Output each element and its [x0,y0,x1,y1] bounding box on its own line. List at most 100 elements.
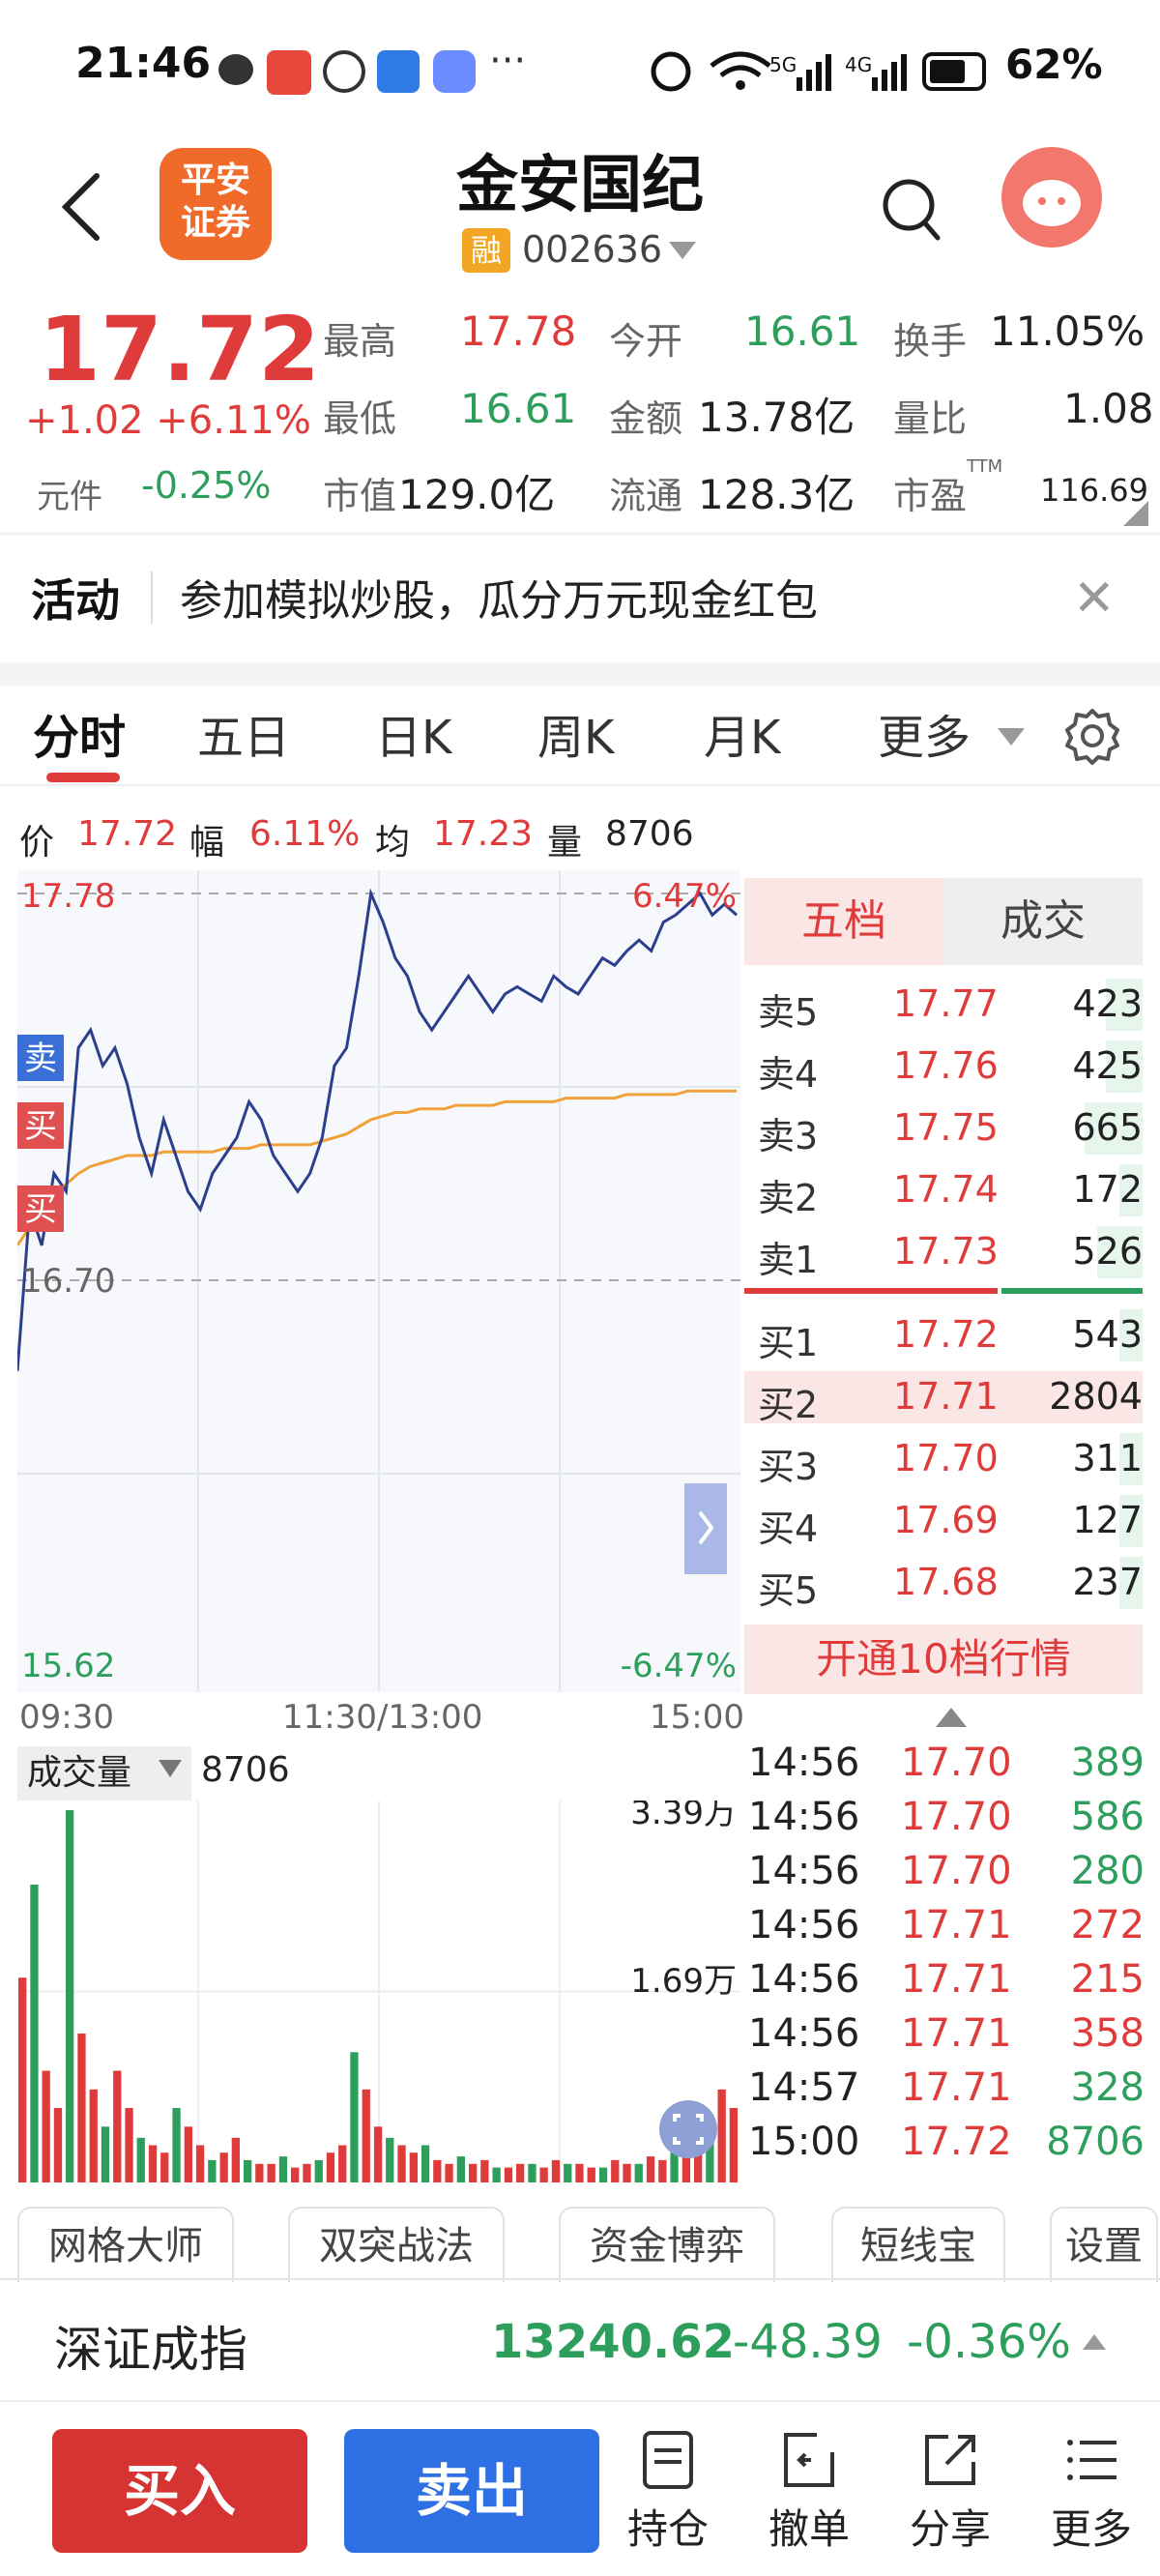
bid-level-row[interactable]: 买3 17.70 311 [744,1427,1143,1491]
tab-daily-k[interactable]: 日K [375,699,451,767]
price-change: +1.02 +6.11% [25,398,311,443]
sell-button[interactable]: 卖出 [344,2429,599,2553]
buy-button[interactable]: 买入 [52,2429,307,2553]
level-price: 17.72 [893,1313,999,1356]
assistant-avatar[interactable] [1001,147,1102,248]
tool-double-breakout[interactable]: 双突战法 [288,2207,505,2282]
trade-volume: 328 [1070,2065,1145,2110]
ask-level-row[interactable]: 卖1 17.73 526 [744,1220,1143,1284]
trade-volume: 272 [1070,1903,1145,1947]
index-name: 深证成指 [54,2322,247,2378]
chart-tabs: 分时 五日 日K 周K 月K 更多 [0,686,1160,786]
bid-level-row[interactable]: 买1 17.72 543 [744,1303,1143,1367]
volume-bar [445,2163,453,2182]
ask-level-row[interactable]: 卖4 17.76 425 [744,1035,1143,1098]
corner-expand-icon[interactable] [1123,501,1148,526]
trade-row: 14:56 17.70 389 [748,1741,1145,1795]
back-icon[interactable] [56,172,108,242]
volume-dropdown-icon[interactable] [159,1760,182,1777]
volume-bar [350,2052,359,2182]
ask-level-row[interactable]: 卖3 17.75 665 [744,1097,1143,1160]
bid-level-row[interactable]: 买2 17.71 2804 [744,1365,1143,1429]
index-value: 13240.62 [491,2315,736,2369]
volume-bar [278,2156,288,2182]
search-icon[interactable] [880,174,942,242]
turnover-value: 11.05% [990,307,1146,355]
trade-time: 14:56 [748,1957,860,2002]
gear-icon[interactable] [1063,707,1121,765]
trade-row: 14:56 17.71 272 [748,1903,1145,1957]
tab-trades[interactable]: 成交 [943,878,1143,965]
open-10-level-button[interactable]: 开通10档行情 [744,1625,1143,1694]
margin-tag: 融 [462,228,510,273]
share-button[interactable]: 分享 [897,2429,1003,2564]
amount-label: 金额 [609,397,683,440]
volume-bar [326,2152,335,2182]
level-label: 卖3 [758,1115,819,1157]
buy-marker[interactable]: 买 [17,1102,64,1149]
legend-vol-label: 量 [547,823,583,863]
volume-bar [373,2126,383,2182]
activity-banner[interactable]: 活动 参加模拟炒股，瓜分万元现金红包 ✕ [0,537,1160,662]
trade-time: 14:56 [748,1741,860,1785]
volume-tick-mid: 1.69万 [630,1962,737,2001]
holdings-button[interactable]: 持仓 [615,2429,721,2564]
assistant-icon [1023,180,1081,226]
intraday-chart[interactable]: 17.78 16.70 15.62 6.47% -6.47% 卖 买 买 [17,870,740,1692]
volume-bar [160,2152,169,2182]
volume-bar [492,2167,501,2182]
sell-marker[interactable]: 卖 [17,1035,64,1081]
volume-bar [658,2159,667,2182]
expand-up-icon[interactable] [1083,2334,1106,2350]
volume-bar [66,1810,74,2182]
high-value: 17.78 [460,307,577,355]
open-value: 16.61 [744,307,861,355]
tool-settings[interactable]: 设置 [1050,2207,1158,2282]
index-bar[interactable]: 深证成指 13240.62 -48.39 -0.36% [0,2282,1160,2398]
amount-value: 13.78亿 [698,394,856,441]
volume-bar [551,2159,561,2182]
sector-label[interactable]: 元件 [37,470,102,517]
level-label: 卖2 [758,1177,819,1219]
volume-bar [136,2137,145,2182]
bid-level-row[interactable]: 买4 17.69 127 [744,1489,1143,1553]
scroll-up-icon[interactable] [936,1708,967,1727]
stock-code[interactable]: 002636 [522,228,662,271]
volume-bar [184,2126,192,2182]
active-tab-indicator [46,773,120,782]
code-dropdown-icon[interactable] [669,242,696,259]
bid-level-row[interactable]: 买5 17.68 237 [744,1551,1143,1615]
menu-icon [1067,2440,1116,2480]
level-price: 17.74 [893,1168,999,1211]
tab-weekly-k[interactable]: 周K [537,699,614,767]
volume-bar [646,2156,655,2182]
tool-capital-game[interactable]: 资金博弈 [559,2207,775,2282]
expand-chart-button[interactable] [684,1483,727,1574]
tab-five-day[interactable]: 五日 [197,699,290,767]
tool-short-term[interactable]: 短线宝 [831,2207,1005,2282]
volume-chart[interactable]: 3.39万 1.69万 [17,1800,740,2182]
volume-bar [469,2163,478,2182]
volume-bar [195,2145,205,2182]
volume-bar [18,1977,27,2182]
tab-monthly-k[interactable]: 月K [704,699,780,767]
ask-level-row[interactable]: 卖2 17.74 172 [744,1158,1143,1222]
ask-level-row[interactable]: 卖5 17.77 423 [744,973,1143,1037]
svg-text:买: 买 [24,1107,57,1146]
more-dropdown-icon[interactable] [998,728,1025,746]
tab-intraday[interactable]: 分时 [33,699,126,767]
buy-marker[interactable]: 买 [17,1186,64,1232]
legend-vol: 8706 [605,814,694,854]
volume-bar [208,2159,217,2182]
volume-bar [623,2163,631,2182]
trade-volume: 586 [1070,1795,1145,1839]
more-menu-button[interactable]: 更多 [1038,2429,1145,2564]
fullscreen-icon[interactable] [659,2100,717,2158]
close-icon[interactable]: ✕ [1073,570,1116,628]
tool-grid-master[interactable]: 网格大师 [17,2207,234,2282]
tab-five-levels[interactable]: 五档 [744,878,943,965]
cancel-order-button[interactable]: 撤单 [756,2429,862,2564]
tab-more[interactable]: 更多 [878,699,971,767]
level-price: 17.71 [893,1375,999,1418]
activity-text[interactable]: 参加模拟炒股，瓜分万元现金红包 [180,566,818,628]
